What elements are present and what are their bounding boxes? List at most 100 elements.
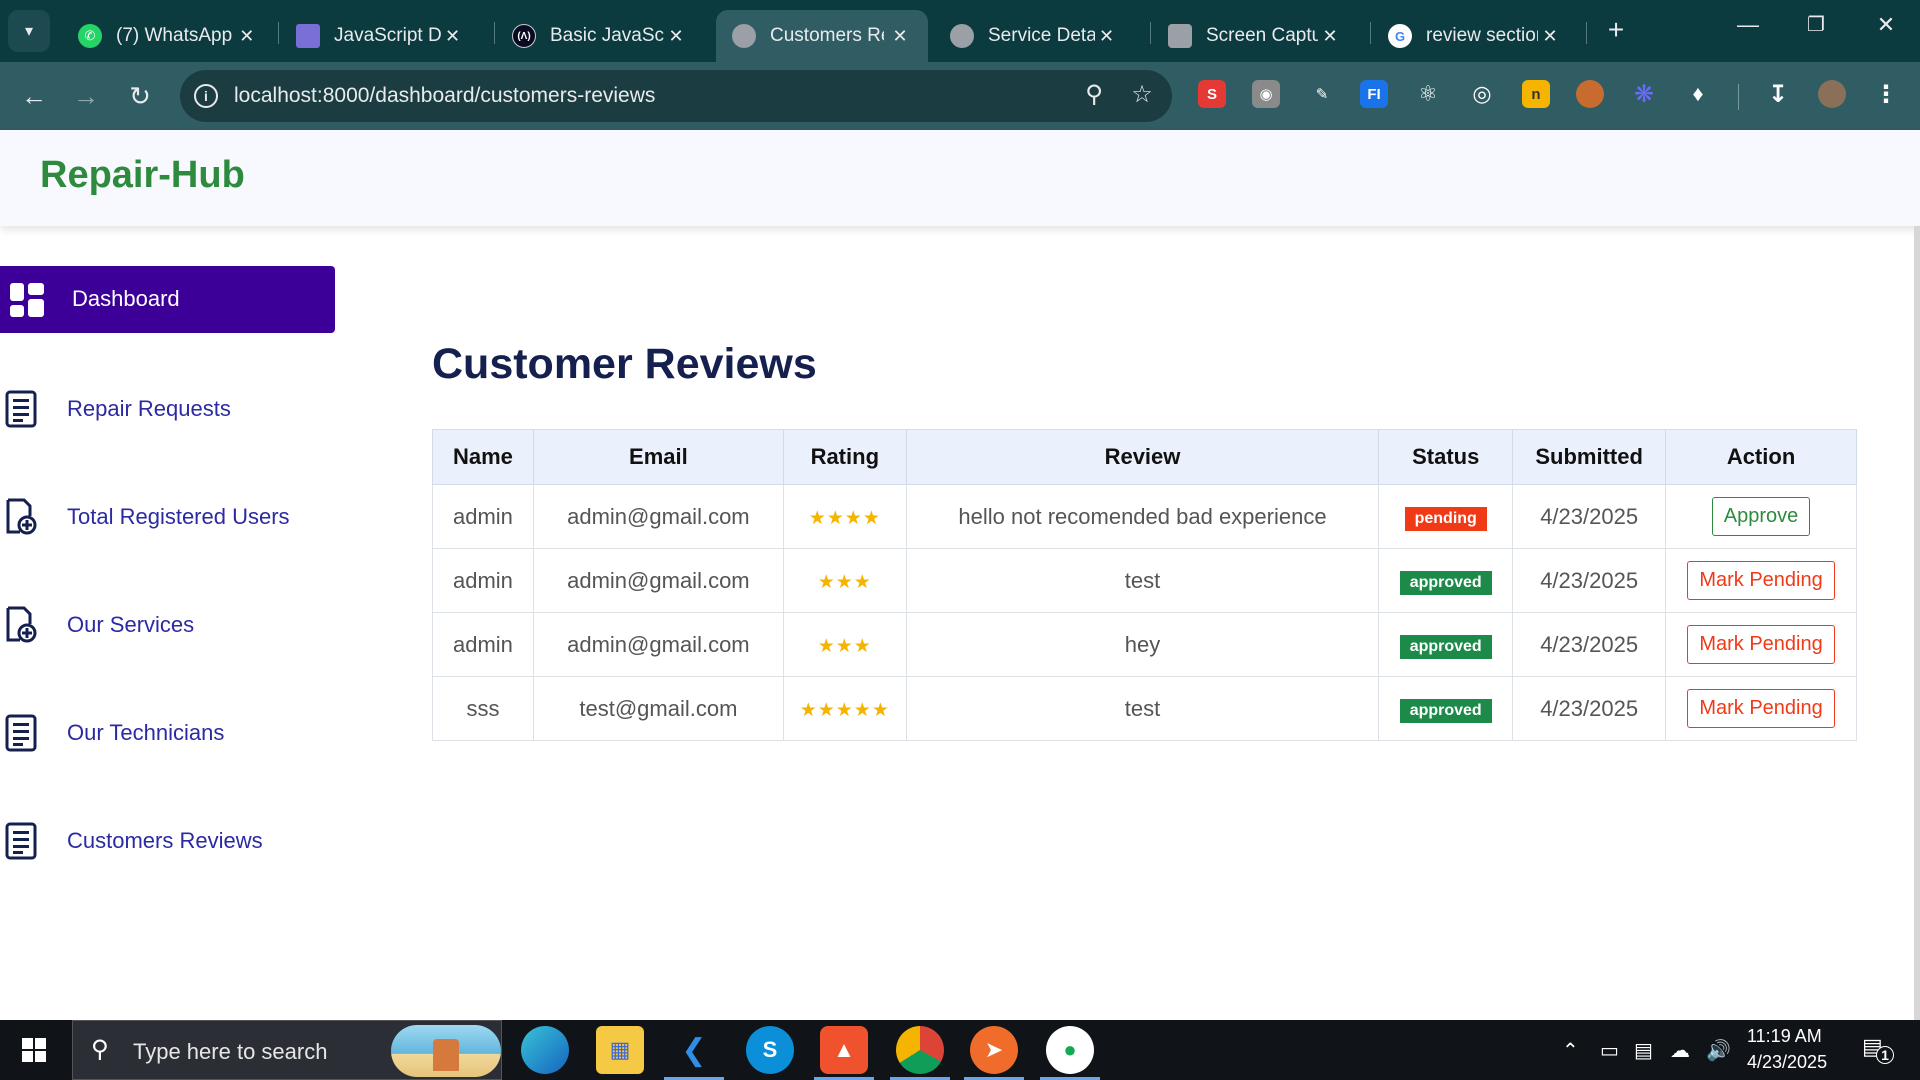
extensions-puzzle-icon[interactable]: ♦ xyxy=(1684,80,1712,108)
rating-stars: ★★★ xyxy=(782,548,907,613)
vscode-icon[interactable]: ❮ xyxy=(670,1026,718,1074)
status-badge: approved xyxy=(1399,634,1492,659)
table-row: admin admin@gmail.com ★★★ hey approved 4… xyxy=(432,612,1857,677)
tab-screen-capture[interactable]: Screen Capture ✕ xyxy=(1152,10,1358,62)
sidebar-item-dashboard[interactable]: Dashboard xyxy=(0,266,335,333)
bookmark-star-icon[interactable]: ☆ xyxy=(1126,80,1158,109)
brave-icon[interactable]: ▲ xyxy=(820,1026,868,1074)
reviews-table: Name Email Rating Review Status Submitte… xyxy=(432,429,1857,741)
extension-target-icon[interactable]: ◎ xyxy=(1468,80,1496,108)
status-badge: approved xyxy=(1399,698,1492,723)
tab-title: review section xyxy=(1426,25,1538,46)
close-tab-icon[interactable]: ✕ xyxy=(236,26,258,47)
brand-logo[interactable]: Repair-Hub xyxy=(40,154,245,197)
app-header: Repair-Hub xyxy=(0,130,1920,226)
whatsapp-icon: ✆ xyxy=(78,24,102,48)
address-bar[interactable]: i localhost:8000/dashboard/customers-rev… xyxy=(180,70,1172,122)
page-scrollbar[interactable] xyxy=(1914,226,1920,1020)
profile-avatar[interactable] xyxy=(1818,80,1846,108)
file-explorer-icon[interactable]: ▦ xyxy=(596,1026,644,1074)
edge-icon[interactable] xyxy=(521,1026,569,1074)
landscape-icon xyxy=(296,24,320,48)
close-window-icon[interactable]: ✕ xyxy=(1866,12,1906,38)
clock-time[interactable]: 11:19 AM xyxy=(1747,1026,1822,1047)
sidebar-item-customers-reviews[interactable]: Customers Reviews xyxy=(0,814,336,866)
tab-search-button[interactable]: ▾ xyxy=(8,10,50,52)
column-header: Status xyxy=(1378,429,1514,485)
restore-icon[interactable]: ❐ xyxy=(1796,12,1836,37)
action-cell: Mark Pending xyxy=(1665,676,1857,741)
taskbar-search-box[interactable]: ⚲ Type here to search xyxy=(72,1020,502,1080)
extension-cookie-icon[interactable] xyxy=(1576,80,1604,108)
tab-basic-javascript[interactable]: (Λ) Basic JavaScript ✕ xyxy=(496,10,704,62)
mongodb-compass-icon[interactable]: ● xyxy=(1046,1026,1094,1074)
extension-sparkle-icon[interactable]: ❋ xyxy=(1630,80,1658,108)
close-tab-icon[interactable]: ✕ xyxy=(441,26,464,47)
extension-n-icon[interactable]: n xyxy=(1522,80,1550,108)
volume-icon[interactable]: 🔊 xyxy=(1706,1038,1731,1063)
review-text: test xyxy=(905,676,1380,741)
status-cell: approved xyxy=(1378,676,1514,741)
notification-center-icon[interactable]: ▤ 1 xyxy=(1862,1034,1894,1064)
site-info-icon[interactable]: i xyxy=(194,84,218,108)
camera-icon xyxy=(1168,24,1192,48)
extension-eyedropper-icon[interactable]: ✎ xyxy=(1308,80,1336,108)
status-cell: approved xyxy=(1378,548,1514,613)
back-arrow-icon[interactable]: ← xyxy=(14,76,54,116)
extension-camera-icon[interactable]: ◉ xyxy=(1252,80,1280,108)
url-text[interactable]: localhost:8000/dashboard/customers-revie… xyxy=(234,84,655,108)
reviewer-name: sss xyxy=(432,676,534,741)
column-header: Submitted xyxy=(1512,429,1667,485)
forward-arrow-icon[interactable]: → xyxy=(66,76,106,116)
globe-icon xyxy=(732,24,756,48)
sidebar-item-our-services[interactable]: Our Services xyxy=(0,598,336,650)
new-tab-button[interactable]: + xyxy=(1598,14,1634,46)
show-hidden-icons-chevron-icon[interactable]: ⌃ xyxy=(1562,1038,1579,1063)
star-icons: ★★★ xyxy=(817,571,872,593)
close-tab-icon[interactable]: ✕ xyxy=(888,26,912,47)
close-tab-icon[interactable]: ✕ xyxy=(1538,26,1562,47)
extension-fi-icon[interactable]: FI xyxy=(1360,80,1388,108)
sidebar-item-repair-requests[interactable]: Repair Requests xyxy=(0,382,336,434)
tab-whatsapp[interactable]: ✆ (7) WhatsApp ✕ xyxy=(62,10,274,62)
onedrive-icon[interactable]: ☁ xyxy=(1670,1038,1690,1063)
skype-icon[interactable]: S xyxy=(746,1026,794,1074)
postman-icon[interactable]: ➤ xyxy=(970,1026,1018,1074)
network-icon[interactable]: ▤ xyxy=(1634,1038,1653,1063)
freecodecamp-icon: (Λ) xyxy=(512,24,536,48)
star-icons: ★★★ xyxy=(817,635,872,657)
windows-start-icon[interactable] xyxy=(22,1038,46,1062)
document-add-icon xyxy=(6,606,37,643)
download-icon[interactable]: ↧ xyxy=(1764,80,1792,108)
google-icon: G xyxy=(1388,24,1412,48)
rating-stars: ★★★★★ xyxy=(782,676,907,741)
mark-pending-button[interactable]: Mark Pending xyxy=(1687,689,1835,728)
sidebar-item-label: Repair Requests xyxy=(67,396,231,421)
sidebar-item-registered-users[interactable]: Total Registered Users xyxy=(0,490,336,542)
chrome-icon[interactable] xyxy=(896,1026,944,1074)
tab-javascript-dev[interactable]: JavaScript Dev ✕ xyxy=(280,10,480,62)
sidebar-item-our-technicians[interactable]: Our Technicians xyxy=(0,706,336,758)
mark-pending-button[interactable]: Mark Pending xyxy=(1687,625,1835,664)
tab-service-details[interactable]: Service Details ✕ xyxy=(934,10,1134,62)
globe-icon xyxy=(950,24,974,48)
close-tab-icon[interactable]: ✕ xyxy=(664,26,688,47)
battery-icon[interactable]: ▭ xyxy=(1600,1038,1619,1063)
extension-react-icon[interactable]: ⚛ xyxy=(1414,80,1442,108)
submitted-date: 4/23/2025 xyxy=(1512,548,1667,613)
close-tab-icon[interactable]: ✕ xyxy=(1318,26,1342,47)
action-cell: Approve xyxy=(1665,484,1857,549)
close-tab-icon[interactable]: ✕ xyxy=(1095,26,1118,47)
tab-review-section[interactable]: G review section ✕ xyxy=(1372,10,1578,62)
reload-icon[interactable]: ↻ xyxy=(120,76,160,116)
document-list-icon xyxy=(5,822,37,860)
chrome-menu-icon[interactable]: ⋮ xyxy=(1872,80,1900,108)
tab-customers-reviews[interactable]: Customers Reviews ✕ xyxy=(716,10,928,62)
minimize-icon[interactable]: — xyxy=(1728,12,1768,38)
approve-button[interactable]: Approve xyxy=(1711,497,1811,536)
status-badge: pending xyxy=(1404,506,1487,531)
extension-s-icon[interactable]: S xyxy=(1198,80,1226,108)
clock-date[interactable]: 4/23/2025 xyxy=(1747,1052,1827,1073)
zoom-icon[interactable]: ⚲ xyxy=(1078,80,1110,109)
mark-pending-button[interactable]: Mark Pending xyxy=(1687,561,1835,600)
